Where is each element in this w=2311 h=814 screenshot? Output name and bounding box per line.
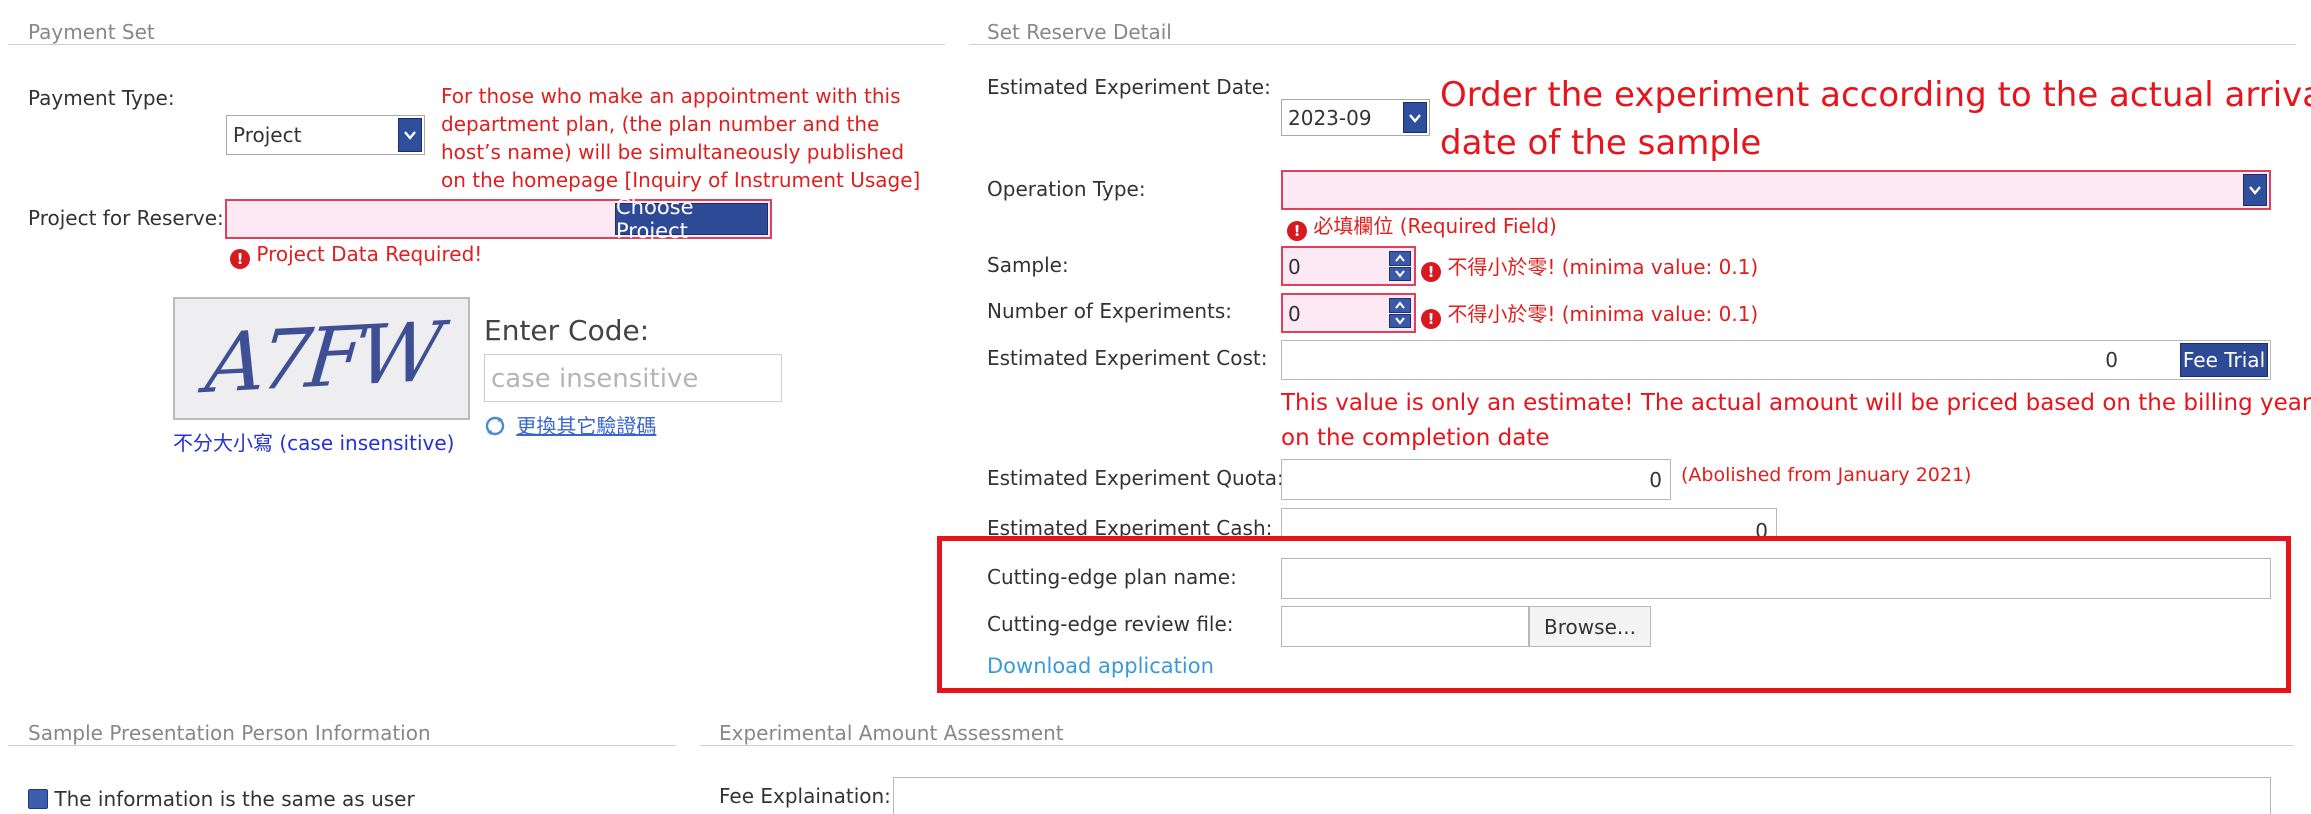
quota-input[interactable]: 0 [1281,459,1671,500]
payment-set-legend: Payment Set [28,20,155,44]
date-annotation: Order the experiment according to the ac… [1440,75,2311,163]
payment-type-label: Payment Type: [28,86,175,110]
reserve-detail-legend: Set Reserve Detail [987,20,1172,44]
captcha-code-input[interactable]: case insensitive [484,354,782,402]
payment-note: For those who make an appointment with t… [441,84,921,192]
payment-type-select[interactable]: Project [226,115,425,155]
fee-explanation-label: Fee Explaination: [719,784,891,808]
project-for-reserve-label: Project for Reserve: [28,206,224,230]
payment-set-divider [8,44,945,45]
enter-code-label: Enter Code: [484,314,650,347]
plan-name-label: Cutting-edge plan name: [987,565,1237,589]
choose-project-button[interactable]: Choose Project [615,195,768,243]
increment-icon[interactable] [1389,298,1411,313]
chevron-down-icon [1403,102,1427,133]
cost-value: 0 [2105,348,2118,372]
quota-note: (Abolished from January 2021) [1681,464,1972,486]
error-icon: ! [230,249,250,269]
project-for-reserve-input[interactable]: Choose Project [225,195,772,243]
browse-button-label: Browse... [1544,614,1636,639]
sample-person-legend: Sample Presentation Person Information [28,721,431,745]
operation-type-select[interactable] [1281,170,2271,210]
experiment-date-label: Estimated Experiment Date: [987,75,1271,99]
sample-error: ! 不得小於零! (minima value: 0.1) [1421,253,1758,282]
error-icon: ! [1287,221,1307,241]
amount-assessment-legend: Experimental Amount Assessment [719,721,1064,745]
cost-input[interactable]: 0 Fee Trial [1281,340,2271,380]
chevron-down-icon [398,118,422,152]
decrement-icon[interactable] [1389,313,1411,328]
refresh-icon [484,415,506,437]
fee-trial-button[interactable]: Fee Trial [2180,343,2268,377]
fee-explanation-input[interactable] [893,777,2271,814]
sample-value: 0 [1288,255,1301,279]
increment-icon[interactable] [1389,251,1411,266]
highlight-box: Cutting-edge plan name: Cutting-edge rev… [937,536,2291,693]
project-error: ! Project Data Required! [230,240,482,269]
sample-stepper[interactable]: 0 [1281,246,1416,286]
operation-type-label: Operation Type: [987,177,1146,201]
review-file-input[interactable] [1281,606,1529,647]
error-icon: ! [1421,309,1441,329]
cost-note: This value is only an estimate! The actu… [1281,390,2311,451]
amount-assessment-divider [700,745,2294,746]
experiments-label: Number of Experiments: [987,299,1233,323]
reserve-detail-divider [969,44,2296,45]
operation-error: ! 必填欄位 (Required Field) [1287,212,1557,241]
experiment-date-select[interactable]: 2023-09 [1281,99,1430,136]
experiments-error: ! 不得小於零! (minima value: 0.1) [1421,300,1758,329]
download-application-link[interactable]: Download application [987,654,1214,678]
decrement-icon[interactable] [1389,266,1411,281]
experiment-date-value: 2023-09 [1288,105,1372,130]
quota-label: Estimated Experiment Quota: [987,466,1284,490]
browse-button[interactable]: Browse... [1529,606,1651,647]
captcha-code-placeholder: case insensitive [491,364,699,394]
cost-label: Estimated Experiment Cost: [987,346,1268,370]
experiments-value: 0 [1288,302,1301,326]
quota-value: 0 [1649,468,1662,492]
review-file-label: Cutting-edge review file: [987,612,1234,636]
payment-type-value: Project [233,123,302,147]
sample-label: Sample: [987,253,1069,277]
chevron-down-icon [2243,174,2267,206]
checkbox-icon [28,789,48,809]
same-as-user-checkbox[interactable]: The information is the same as user [28,787,415,811]
experiments-stepper[interactable]: 0 [1281,293,1416,333]
refresh-captcha-link[interactable]: 更換其它驗證碼 [484,410,656,439]
error-icon: ! [1421,262,1441,282]
plan-name-input[interactable] [1281,558,2271,599]
captcha-image: A7FW [173,297,470,420]
sample-person-divider [8,745,676,746]
captcha-note: 不分大小寫 (case insensitive) [173,431,455,455]
